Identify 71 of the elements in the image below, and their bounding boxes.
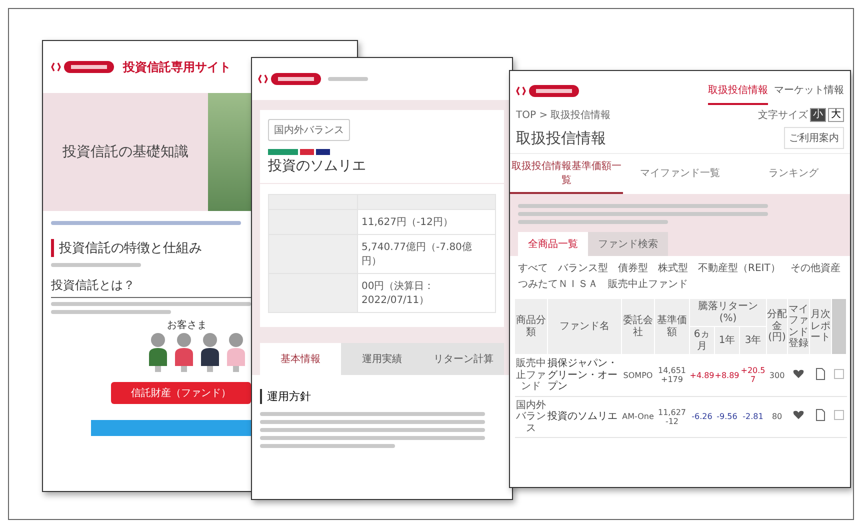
filter-link[interactable]: すべて [518,261,548,275]
font-size-button[interactable]: 大 [828,108,844,122]
column-header: 商品分類 [514,298,548,354]
column-header: 分配金(円) [766,298,788,354]
table-cell: 80 [766,396,788,438]
fund-box: 信託財産（ファンド） [111,382,251,404]
column-header: 6ヵ月 [690,326,714,354]
heart-icon[interactable] [793,410,804,420]
table-cell: 5,740.77億円（-7.80億円） [357,234,496,274]
guide-button[interactable]: ご利用案内 [784,127,844,149]
compare-header [832,298,847,354]
tab[interactable]: 全商品一覧 [518,232,588,256]
column-header: 騰落リターン(%) [690,298,767,326]
table-cell: -6.26 [690,396,714,438]
fund-name-link[interactable]: 投資のソムリエ [548,396,622,438]
checkbox[interactable] [834,368,844,378]
column-header: 3年 [740,326,767,354]
table-cell: SOMPO [622,354,654,396]
fund-name-link[interactable]: 損保ジャパン・グリーン・オープン [548,354,622,396]
bank-logo-icon [258,72,322,86]
bank-logo-icon [516,84,580,98]
subsection-title: 投資信託とは？ [51,277,251,298]
table-cell: +4.89 [690,354,714,396]
filter-link[interactable]: バランス型 [558,261,608,275]
table-cell: AM-One [622,396,654,438]
column-header: マイファンド登録 [788,298,810,354]
table-cell: 11,627円（-12円） [357,210,496,234]
tab[interactable]: ファンド検索 [588,232,668,256]
category-button[interactable]: 国内外バランス [268,119,350,141]
breadcrumb: TOP > 取扱投信情報 [516,108,611,122]
column-header: 基準価額 [654,298,690,354]
font-size-label: 文字サイズ [758,108,808,122]
filter-link[interactable]: つみたてＮＩＳＡ [518,277,598,291]
tab[interactable]: リターン計算 [422,343,504,375]
table-cell: 国内外バランス [514,396,548,438]
hero-title: 投資信託の基礎知識 [62,143,190,161]
table-cell: 00円（決算日：2022/07/11） [357,274,496,312]
column-header: 委託会社 [622,298,654,354]
filter-link[interactable]: 不動産型（REIT） [698,261,780,275]
nav-link[interactable]: マーケット情報 [774,77,844,105]
policy-title: 運用方針 [260,389,504,404]
filter-link[interactable]: その他資産 [790,261,840,275]
font-size-button[interactable]: 小 [810,108,826,122]
table-cell: 300 [766,354,788,396]
fund-name: 投資のソムリエ [268,157,367,175]
tab[interactable]: 運用実績 [341,343,423,375]
table-cell: 11,627 -12 [654,396,690,438]
filter-link[interactable]: 債券型 [618,261,648,275]
filter-link[interactable]: 株式型 [658,261,688,275]
tab[interactable]: 取扱投信情報基準価額一覧 [510,154,624,194]
table-cell: -2.81 [740,396,767,438]
column-header: 1年 [714,326,740,354]
table-cell: 販売中止ファンド [514,354,548,396]
tab[interactable]: 基本情報 [260,343,342,375]
filter-link[interactable]: 販売中止ファンド [608,277,688,291]
heart-icon[interactable] [793,368,804,378]
site-title: 投資信託専用サイト [123,58,231,76]
column-header: ファンド名 [548,298,622,354]
table-cell: +8.89 [714,354,740,396]
checkbox[interactable] [834,410,844,420]
table-cell: +20.57 [740,354,767,396]
bank-logo-icon [51,60,115,74]
table-cell: 14,651 +179 [654,354,690,396]
nav-link[interactable]: 取扱投信情報 [708,77,768,105]
blurred-text-line [328,77,368,81]
table-cell: -9.56 [714,396,740,438]
customers-label: お客さま [167,318,207,332]
document-icon[interactable] [816,368,826,380]
page-title: 取扱投信情報 [516,128,606,148]
document-icon[interactable] [816,409,826,421]
column-header: 月次レポート [810,298,832,354]
